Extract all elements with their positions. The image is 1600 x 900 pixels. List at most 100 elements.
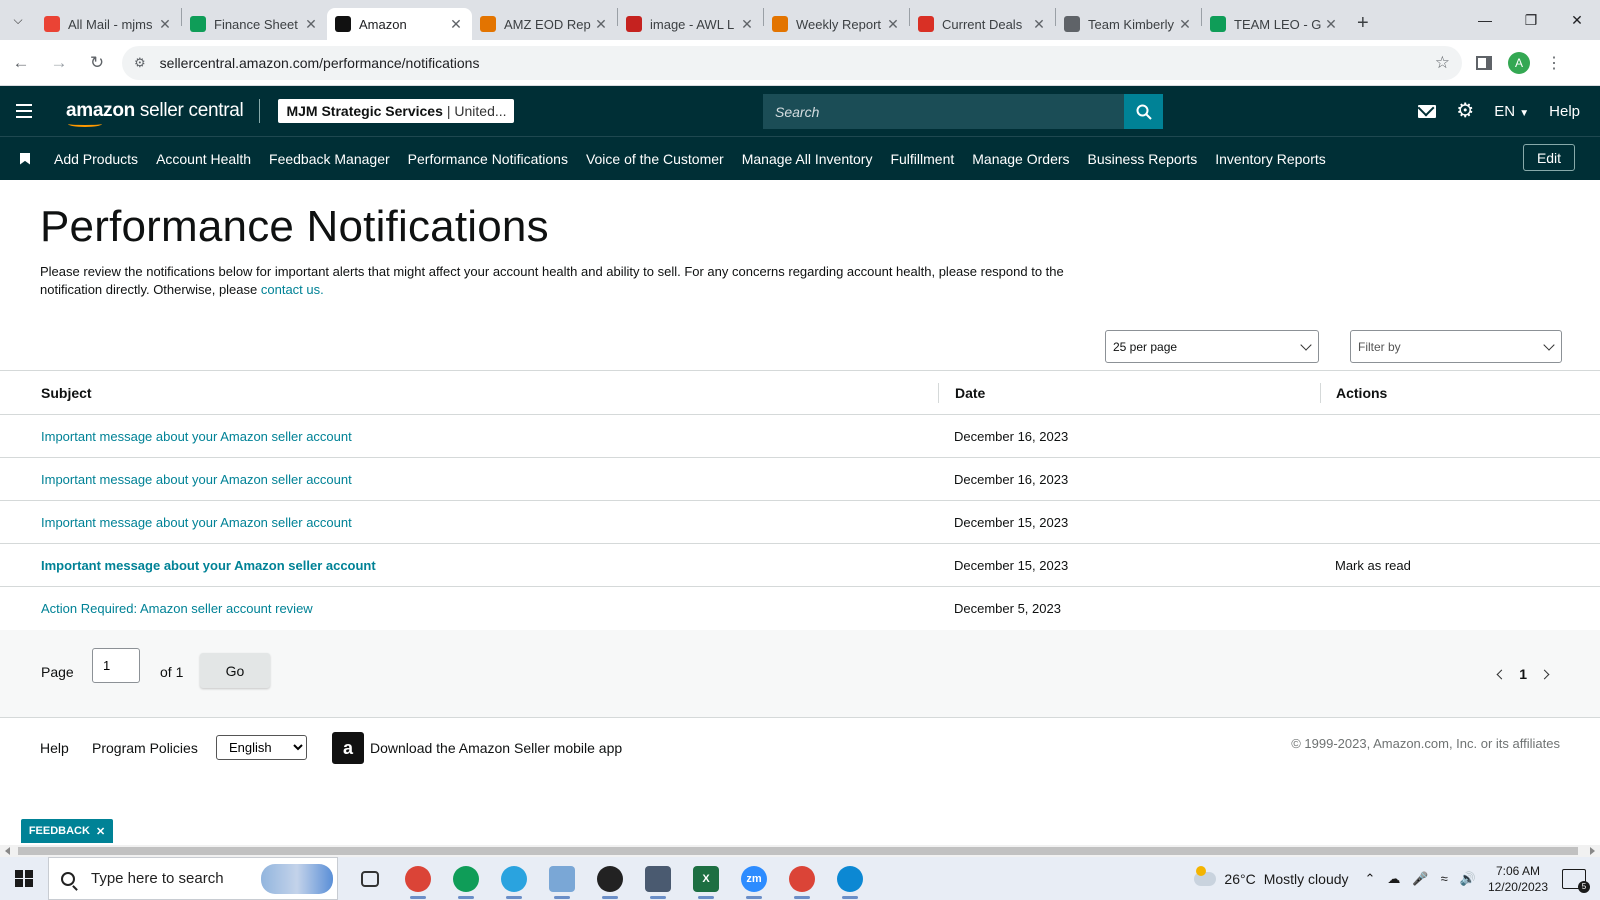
account-switcher[interactable]: MJM Strategic Services | United... <box>278 99 515 123</box>
notification-subject-link[interactable]: Action Required: Amazon seller account r… <box>41 601 313 616</box>
taskbar-app[interactable] <box>586 857 634 900</box>
seller-search-input[interactable] <box>763 94 1124 129</box>
scrollbar-thumb[interactable] <box>18 847 1578 855</box>
notification-subject-link[interactable]: Important message about your Amazon sell… <box>41 429 352 444</box>
scroll-left-icon[interactable] <box>5 847 10 855</box>
close-tab-icon[interactable]: ✕ <box>1177 16 1193 33</box>
go-button[interactable]: Go <box>200 653 270 688</box>
taskbar-app[interactable]: X <box>682 857 730 900</box>
wifi-icon[interactable]: ≈ <box>1441 871 1448 886</box>
windows-start-icon[interactable] <box>0 857 48 900</box>
taskbar-app[interactable]: zm <box>730 857 778 900</box>
nav-item-manage-all-inventory[interactable]: Manage All Inventory <box>742 151 873 167</box>
close-tab-icon[interactable]: ✕ <box>885 16 901 33</box>
notification-subject-link[interactable]: Important message about your Amazon sell… <box>41 515 352 530</box>
new-tab-plus-icon[interactable]: + <box>1357 12 1369 35</box>
per-page-select[interactable]: 25 per page <box>1105 330 1319 363</box>
omnibox[interactable]: ⚙ sellercentral.amazon.com/performance/n… <box>122 45 1462 80</box>
browser-tab[interactable]: Current Deals ✕ <box>910 8 1055 40</box>
program-policies-link[interactable]: Program Policies <box>92 740 198 756</box>
browser-tab[interactable]: AMZ EOD Rep ✕ <box>472 8 617 40</box>
minimize-icon[interactable]: — <box>1462 0 1508 40</box>
browser-tab[interactable]: Amazon ✕ <box>327 8 472 40</box>
url-text[interactable]: sellercentral.amazon.com/performance/not… <box>160 55 1435 71</box>
onedrive-icon[interactable]: ☁ <box>1387 871 1400 887</box>
seller-central-logo[interactable]: amazon seller central <box>66 100 244 127</box>
back-arrow-icon[interactable]: ← <box>4 46 38 80</box>
feedback-tab[interactable]: FEEDBACK ✕ <box>21 819 113 843</box>
taskbar-search-box[interactable]: Type here to search <box>48 857 338 900</box>
scroll-right-icon[interactable] <box>1590 847 1595 855</box>
notification-center-icon[interactable]: 5 <box>1562 868 1590 893</box>
close-icon[interactable]: ✕ <box>96 825 105 838</box>
site-settings-icon[interactable]: ⚙ <box>134 55 146 71</box>
nav-item-account-health[interactable]: Account Health <box>156 151 251 167</box>
close-tab-icon[interactable]: ✕ <box>303 16 319 33</box>
close-tab-icon[interactable]: ✕ <box>593 16 609 33</box>
notification-subject-link[interactable]: Important message about your Amazon sell… <box>41 472 352 487</box>
weather-widget[interactable]: 26°C Mostly cloudy <box>1194 865 1349 887</box>
taskbar-app[interactable] <box>634 857 682 900</box>
notification-subject-link[interactable]: Important message about your Amazon sell… <box>41 558 376 573</box>
footer-language-select[interactable]: English <box>216 735 307 760</box>
hamburger-menu-icon[interactable] <box>0 86 48 136</box>
contact-us-link[interactable]: contact us. <box>261 282 324 297</box>
browser-tab[interactable]: Team Kimberly ✕ <box>1056 8 1201 40</box>
browser-menu-icon[interactable]: ⋮ <box>1546 53 1562 73</box>
search-button[interactable] <box>1124 94 1163 129</box>
chevron-right-icon[interactable] <box>1539 669 1550 679</box>
header-date[interactable]: Date <box>955 385 985 401</box>
mail-icon[interactable] <box>1418 104 1437 118</box>
horizontal-scrollbar[interactable] <box>0 845 1600 857</box>
nav-item-fulfillment[interactable]: Fulfillment <box>890 151 954 167</box>
microphone-icon[interactable]: 🎤 <box>1412 871 1428 887</box>
amazon-app-icon[interactable]: a <box>332 732 364 764</box>
nav-item-performance-notifications[interactable]: Performance Notifications <box>408 151 568 167</box>
taskbar-app[interactable] <box>538 857 586 900</box>
help-link[interactable]: Help <box>1549 103 1580 120</box>
browser-tab[interactable]: TEAM LEO - G ✕ <box>1202 8 1347 40</box>
volume-icon[interactable]: 🔊 <box>1460 871 1476 887</box>
page-number-input[interactable] <box>92 648 140 683</box>
taskbar-app[interactable] <box>346 857 394 900</box>
restore-icon[interactable]: ❐ <box>1508 0 1554 40</box>
chevron-left-icon[interactable] <box>1496 669 1507 679</box>
bookmark-icon[interactable] <box>20 152 30 165</box>
filter-select[interactable]: Filter by <box>1350 330 1562 363</box>
taskbar-app[interactable] <box>442 857 490 900</box>
close-tab-icon[interactable]: ✕ <box>448 16 464 33</box>
forward-arrow-icon[interactable]: → <box>42 46 76 80</box>
nav-item-feedback-manager[interactable]: Feedback Manager <box>269 151 390 167</box>
browser-tab[interactable]: All Mail - mjms ✕ <box>36 8 181 40</box>
nav-item-business-reports[interactable]: Business Reports <box>1088 151 1198 167</box>
download-app-link[interactable]: Download the Amazon Seller mobile app <box>370 740 622 756</box>
edit-nav-button[interactable]: Edit <box>1523 144 1575 171</box>
browser-tab[interactable]: image - AWL L ✕ <box>618 8 763 40</box>
close-tab-icon[interactable]: ✕ <box>1323 16 1339 33</box>
chevron-up-icon[interactable]: ⌃ <box>1365 871 1376 887</box>
gear-icon[interactable]: ⚙ <box>1456 101 1474 121</box>
profile-avatar[interactable]: A <box>1508 51 1530 74</box>
tab-search-chevron-icon[interactable]: ⌵ <box>0 0 36 40</box>
close-tab-icon[interactable]: ✕ <box>1031 16 1047 33</box>
bookmark-star-icon[interactable]: ☆ <box>1435 53 1450 73</box>
header-subject[interactable]: Subject <box>41 385 92 401</box>
current-page-number[interactable]: 1 <box>1519 666 1527 682</box>
taskbar-app[interactable] <box>778 857 826 900</box>
browser-tab[interactable]: Weekly Report ✕ <box>764 8 909 40</box>
mark-as-read-link[interactable]: Mark as read <box>1335 558 1411 573</box>
close-tab-icon[interactable]: ✕ <box>157 16 173 33</box>
footer-help-link[interactable]: Help <box>40 740 69 756</box>
side-panel-icon[interactable] <box>1476 55 1492 70</box>
close-window-icon[interactable]: ✕ <box>1554 0 1600 40</box>
language-selector[interactable]: EN ▼ <box>1494 103 1529 120</box>
browser-tab[interactable]: Finance Sheet ✕ <box>182 8 327 40</box>
reload-icon[interactable]: ↻ <box>80 46 114 80</box>
nav-item-add-products[interactable]: Add Products <box>54 151 138 167</box>
system-clock[interactable]: 7:06 AM 12/20/2023 <box>1488 863 1548 895</box>
taskbar-app[interactable] <box>826 857 874 900</box>
nav-item-inventory-reports[interactable]: Inventory Reports <box>1215 151 1326 167</box>
close-tab-icon[interactable]: ✕ <box>739 16 755 33</box>
nav-item-voice-of-the-customer[interactable]: Voice of the Customer <box>586 151 724 167</box>
taskbar-app[interactable] <box>394 857 442 900</box>
